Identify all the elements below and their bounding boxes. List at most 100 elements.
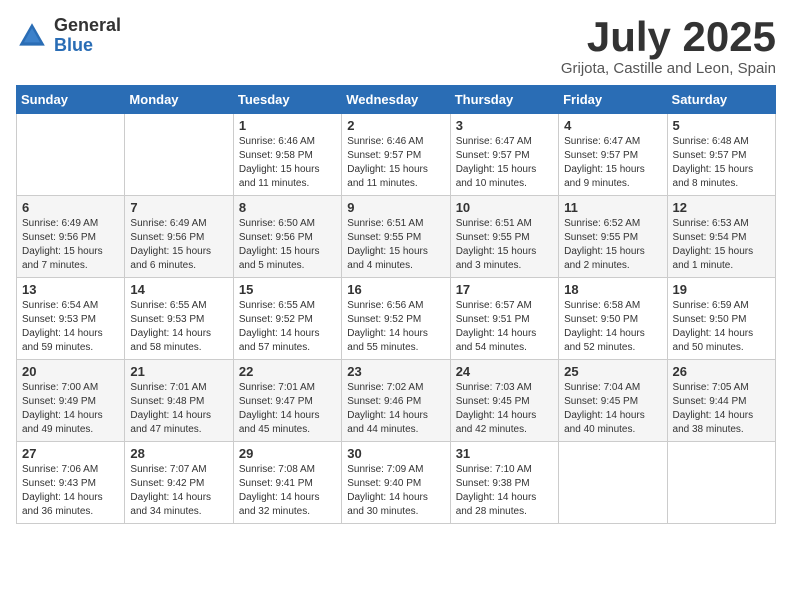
logo-blue: Blue bbox=[54, 36, 121, 56]
calendar-header-row: SundayMondayTuesdayWednesdayThursdayFrid… bbox=[17, 86, 776, 114]
day-number: 11 bbox=[564, 200, 661, 215]
day-number: 8 bbox=[239, 200, 336, 215]
day-number: 31 bbox=[456, 446, 553, 461]
calendar-cell: 25 Sunrise: 7:04 AM Sunset: 9:45 PM Dayli… bbox=[559, 360, 667, 442]
day-detail: Sunrise: 6:59 AM Sunset: 9:50 PM Dayligh… bbox=[673, 299, 770, 355]
calendar-cell: 28Sunrise: 7:07 AM Sunset: 9:42 PM Dayli… bbox=[125, 442, 233, 524]
day-number: 15 bbox=[239, 282, 336, 297]
calendar-cell: 8Sunrise: 6:50 AM Sunset: 9:56 PM Daylig… bbox=[233, 196, 341, 278]
logo: General Blue bbox=[16, 16, 121, 56]
day-number: 20 bbox=[22, 364, 119, 379]
day-number: 2 bbox=[347, 118, 444, 133]
day-detail: Sunrise: 7:02 AM Sunset: 9:46 PM Dayligh… bbox=[347, 381, 444, 437]
calendar-cell: 5 Sunrise: 6:48 AM Sunset: 9:57 PM Daylig… bbox=[667, 114, 775, 196]
day-detail: Sunrise: 7:00 AM Sunset: 9:49 PM Dayligh… bbox=[22, 381, 119, 437]
day-number: 16 bbox=[347, 282, 444, 297]
calendar-cell: 1 Sunrise: 6:46 AM Sunset: 9:58 PM Daylig… bbox=[233, 114, 341, 196]
calendar-cell: 30 Sunrise: 7:09 AM Sunset: 9:40 PM Dayli… bbox=[342, 442, 450, 524]
weekday-header: Friday bbox=[559, 86, 667, 114]
day-number: 23 bbox=[347, 364, 444, 379]
calendar-cell: 19Sunrise: 6:59 AM Sunset: 9:50 PM Dayli… bbox=[667, 278, 775, 360]
weekday-header: Thursday bbox=[450, 86, 558, 114]
day-detail: Sunrise: 6:55 AM Sunset: 9:52 PM Dayligh… bbox=[239, 299, 336, 355]
day-number: 13 bbox=[22, 282, 119, 297]
logo-icon bbox=[16, 20, 48, 52]
calendar-cell: 21Sunrise: 7:01 AM Sunset: 9:48 PM Dayli… bbox=[125, 360, 233, 442]
day-number: 27 bbox=[22, 446, 119, 461]
day-number: 29 bbox=[239, 446, 336, 461]
calendar-cell: 2 Sunrise: 6:46 AM Sunset: 9:57 PM Daylig… bbox=[342, 114, 450, 196]
day-number: 7 bbox=[130, 200, 227, 215]
calendar-cell: 23 Sunrise: 7:02 AM Sunset: 9:46 PM Dayli… bbox=[342, 360, 450, 442]
day-number: 24 bbox=[456, 364, 553, 379]
day-number: 12 bbox=[673, 200, 770, 215]
day-detail: Sunrise: 6:49 AM Sunset: 9:56 PM Dayligh… bbox=[130, 217, 227, 273]
day-number: 9 bbox=[347, 200, 444, 215]
calendar-week-row: 6 Sunrise: 6:49 AM Sunset: 9:56 PM Daylig… bbox=[17, 196, 776, 278]
day-number: 28 bbox=[130, 446, 227, 461]
weekday-header: Wednesday bbox=[342, 86, 450, 114]
calendar-table: SundayMondayTuesdayWednesdayThursdayFrid… bbox=[16, 85, 776, 524]
day-detail: Sunrise: 6:52 AM Sunset: 9:55 PM Dayligh… bbox=[564, 217, 661, 273]
day-detail: Sunrise: 6:49 AM Sunset: 9:56 PM Dayligh… bbox=[22, 217, 119, 273]
day-detail: Sunrise: 7:05 AM Sunset: 9:44 PM Dayligh… bbox=[673, 381, 770, 437]
day-number: 5 bbox=[673, 118, 770, 133]
day-detail: Sunrise: 6:47 AM Sunset: 9:57 PM Dayligh… bbox=[456, 135, 553, 191]
calendar-cell: 29 Sunrise: 7:08 AM Sunset: 9:41 PM Dayli… bbox=[233, 442, 341, 524]
day-detail: Sunrise: 7:10 AM Sunset: 9:38 PM Dayligh… bbox=[456, 463, 553, 519]
calendar-week-row: 1 Sunrise: 6:46 AM Sunset: 9:58 PM Daylig… bbox=[17, 114, 776, 196]
day-detail: Sunrise: 7:01 AM Sunset: 9:47 PM Dayligh… bbox=[239, 381, 336, 437]
weekday-header: Saturday bbox=[667, 86, 775, 114]
day-number: 14 bbox=[130, 282, 227, 297]
calendar-cell: 27 Sunrise: 7:06 AM Sunset: 9:43 PM Dayli… bbox=[17, 442, 125, 524]
day-number: 18 bbox=[564, 282, 661, 297]
day-number: 1 bbox=[239, 118, 336, 133]
calendar-cell: 10Sunrise: 6:51 AM Sunset: 9:55 PM Dayli… bbox=[450, 196, 558, 278]
day-number: 21 bbox=[130, 364, 227, 379]
calendar-cell bbox=[125, 114, 233, 196]
day-number: 17 bbox=[456, 282, 553, 297]
day-detail: Sunrise: 6:48 AM Sunset: 9:57 PM Dayligh… bbox=[673, 135, 770, 191]
day-detail: Sunrise: 7:06 AM Sunset: 9:43 PM Dayligh… bbox=[22, 463, 119, 519]
day-number: 3 bbox=[456, 118, 553, 133]
calendar-cell: 13Sunrise: 6:54 AM Sunset: 9:53 PM Dayli… bbox=[17, 278, 125, 360]
day-detail: Sunrise: 6:47 AM Sunset: 9:57 PM Dayligh… bbox=[564, 135, 661, 191]
calendar-cell: 4 Sunrise: 6:47 AM Sunset: 9:57 PM Daylig… bbox=[559, 114, 667, 196]
day-number: 10 bbox=[456, 200, 553, 215]
calendar-cell: 6 Sunrise: 6:49 AM Sunset: 9:56 PM Daylig… bbox=[17, 196, 125, 278]
day-number: 22 bbox=[239, 364, 336, 379]
day-number: 4 bbox=[564, 118, 661, 133]
calendar-week-row: 27 Sunrise: 7:06 AM Sunset: 9:43 PM Dayli… bbox=[17, 442, 776, 524]
calendar-cell: 18Sunrise: 6:58 AM Sunset: 9:50 PM Dayli… bbox=[559, 278, 667, 360]
location: Grijota, Castille and Leon, Spain bbox=[561, 60, 776, 77]
calendar-cell: 11 Sunrise: 6:52 AM Sunset: 9:55 PM Dayli… bbox=[559, 196, 667, 278]
calendar-week-row: 13Sunrise: 6:54 AM Sunset: 9:53 PM Dayli… bbox=[17, 278, 776, 360]
day-detail: Sunrise: 6:46 AM Sunset: 9:57 PM Dayligh… bbox=[347, 135, 444, 191]
day-number: 26 bbox=[673, 364, 770, 379]
calendar-cell: 16Sunrise: 6:56 AM Sunset: 9:52 PM Dayli… bbox=[342, 278, 450, 360]
day-detail: Sunrise: 7:08 AM Sunset: 9:41 PM Dayligh… bbox=[239, 463, 336, 519]
calendar-cell: 15 Sunrise: 6:55 AM Sunset: 9:52 PM Dayli… bbox=[233, 278, 341, 360]
calendar-cell bbox=[17, 114, 125, 196]
calendar-cell: 31 Sunrise: 7:10 AM Sunset: 9:38 PM Dayli… bbox=[450, 442, 558, 524]
day-number: 6 bbox=[22, 200, 119, 215]
day-number: 25 bbox=[564, 364, 661, 379]
weekday-header: Monday bbox=[125, 86, 233, 114]
calendar-cell: 9Sunrise: 6:51 AM Sunset: 9:55 PM Daylig… bbox=[342, 196, 450, 278]
day-detail: Sunrise: 6:57 AM Sunset: 9:51 PM Dayligh… bbox=[456, 299, 553, 355]
calendar-cell bbox=[667, 442, 775, 524]
calendar-cell: 12Sunrise: 6:53 AM Sunset: 9:54 PM Dayli… bbox=[667, 196, 775, 278]
calendar-cell: 3 Sunrise: 6:47 AM Sunset: 9:57 PM Daylig… bbox=[450, 114, 558, 196]
logo-text: General Blue bbox=[54, 16, 121, 56]
day-detail: Sunrise: 7:09 AM Sunset: 9:40 PM Dayligh… bbox=[347, 463, 444, 519]
calendar-cell bbox=[559, 442, 667, 524]
day-detail: Sunrise: 6:46 AM Sunset: 9:58 PM Dayligh… bbox=[239, 135, 336, 191]
day-detail: Sunrise: 6:55 AM Sunset: 9:53 PM Dayligh… bbox=[130, 299, 227, 355]
weekday-header: Tuesday bbox=[233, 86, 341, 114]
page-header: General Blue July 2025 Grijota, Castille… bbox=[16, 16, 776, 77]
calendar-cell: 26 Sunrise: 7:05 AM Sunset: 9:44 PM Dayli… bbox=[667, 360, 775, 442]
calendar-cell: 24Sunrise: 7:03 AM Sunset: 9:45 PM Dayli… bbox=[450, 360, 558, 442]
day-detail: Sunrise: 7:04 AM Sunset: 9:45 PM Dayligh… bbox=[564, 381, 661, 437]
day-number: 30 bbox=[347, 446, 444, 461]
calendar-cell: 22 Sunrise: 7:01 AM Sunset: 9:47 PM Dayli… bbox=[233, 360, 341, 442]
